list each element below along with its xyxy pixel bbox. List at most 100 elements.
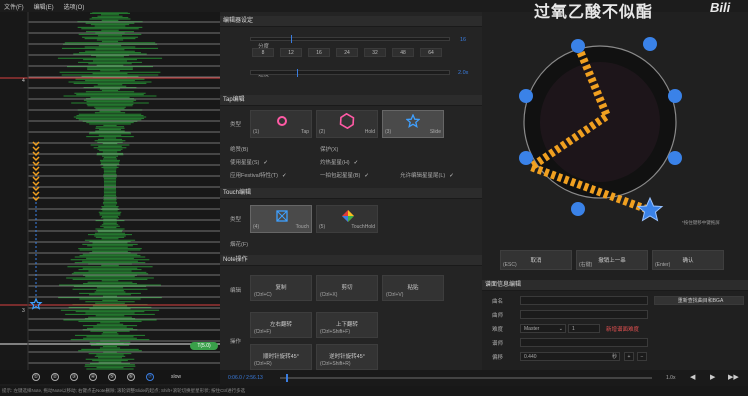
division-tick-24[interactable]: 24 xyxy=(336,48,358,57)
division-tick-16[interactable]: 16 xyxy=(308,48,330,57)
playback-bar: 0:06.0 / 2:56.13 1.0x ◀ ▶ ▶▶ xyxy=(220,370,748,386)
star-note xyxy=(29,297,43,310)
button-sensor-2[interactable] xyxy=(643,37,657,51)
slide-arrow-mark xyxy=(32,196,40,202)
seek-thumb[interactable] xyxy=(286,374,288,382)
status-bar: 提示: 左键选择Note, 拖动Note以移动; 右键点击Note删除; 滚轮调… xyxy=(0,386,748,396)
play-speed-text: 1.0x xyxy=(666,375,676,381)
slide-star-icon xyxy=(406,114,420,128)
check-hot-star[interactable]: 灼热星星(H) ✓ xyxy=(320,158,358,166)
playback-time: 0:06.0 / 2:56.13 xyxy=(228,375,263,381)
hold-icon xyxy=(339,113,355,129)
add-difficulty-text[interactable]: 新增谱面难度 xyxy=(606,325,639,333)
offset-minus-button[interactable]: − xyxy=(637,352,647,361)
button-sensor-5[interactable] xyxy=(571,202,585,216)
touch-type-touchhold-button[interactable]: (5) TouchHold xyxy=(316,205,378,233)
song-title-overlay: 过氧乙酸不似酯 xyxy=(534,4,654,21)
division-tick-64[interactable]: 64 xyxy=(420,48,442,57)
confirm-button[interactable]: 确认 (Enter) xyxy=(652,250,724,270)
check-one-beat-star[interactable]: 一拍包起星星(B) ✓ xyxy=(320,171,369,179)
slide-arrow-mark xyxy=(32,161,40,167)
touch-type-touch-button[interactable]: (4) Touch xyxy=(250,205,312,233)
next-icon[interactable]: ▶▶ xyxy=(728,373,739,381)
offset-input[interactable]: 0.440 秒 xyxy=(520,352,620,361)
mirror-lr-button[interactable]: 左右翻转 (Ctrl+F) xyxy=(250,312,312,338)
toolbar-button-1[interactable]: ① xyxy=(32,373,40,381)
check-break[interactable]: 绝赞(B) xyxy=(230,145,252,153)
preview-panel: 过氧乙酸不似酯 Bili *按住键移中键拖屏 取消 (ESC) 撤销上一串 (右键)… xyxy=(482,0,748,370)
toolbar-button-2[interactable]: ② xyxy=(51,373,59,381)
check-festival[interactable]: 应用Festival特性(T) ✓ xyxy=(230,171,287,179)
check-firework[interactable]: 烟花(F) xyxy=(230,240,248,248)
mode-icon[interactable]: slow xyxy=(171,374,181,380)
division-slider-thumb[interactable] xyxy=(291,35,292,43)
offset-plus-button[interactable]: + xyxy=(624,352,634,361)
mirror-ud-button[interactable]: 上下翻转 (Ctrl+Shift+F) xyxy=(316,312,378,338)
slide-preview[interactable] xyxy=(504,22,704,222)
slide-arrow-mark xyxy=(32,146,40,152)
slide-arrow-mark xyxy=(32,156,40,162)
division-tick-32[interactable]: 32 xyxy=(364,48,386,57)
title-input[interactable] xyxy=(520,296,648,305)
level-input[interactable]: 1 xyxy=(568,324,600,333)
button-sensor-4[interactable] xyxy=(668,151,682,165)
toolbar-button-6[interactable]: ⑥ xyxy=(127,373,135,381)
cut-button[interactable]: 剪切 (Ctrl+X) xyxy=(316,275,378,301)
measure-marker-bottom: 3 xyxy=(22,308,25,314)
paste-button[interactable]: 粘贴 (Ctrl+V) xyxy=(382,275,444,301)
copy-button[interactable]: 复制 (Ctrl+C) xyxy=(250,275,312,301)
menu-file[interactable]: 文件(F) xyxy=(4,2,24,11)
toolbar-button-5[interactable]: ⑤ xyxy=(108,373,116,381)
rotate-cw-button[interactable]: 顺时针旋转45° (Ctrl+R) xyxy=(250,344,312,370)
timeline-panel[interactable]: 4 3 T(5.0) xyxy=(0,12,220,370)
tap-type-tap-button[interactable]: (1) Tap xyxy=(250,110,312,138)
section-editor-settings: 编辑器设定 xyxy=(220,16,482,27)
toolbar-button-4[interactable]: ④ xyxy=(89,373,97,381)
refresh-bga-button[interactable]: 重新查找曲目和BGA xyxy=(654,296,744,305)
slide-arrow-mark xyxy=(32,141,40,147)
division-tick-8[interactable]: 8 xyxy=(252,48,274,57)
slide-arrow-mark xyxy=(32,191,40,197)
button-sensor-7[interactable] xyxy=(519,89,533,103)
designer-input[interactable] xyxy=(520,338,648,347)
menu-edit[interactable]: 编辑(E) xyxy=(34,2,54,11)
section-touch: Touch编辑 xyxy=(220,188,482,199)
tap-type-slide-button[interactable]: (3) Slide xyxy=(382,110,444,138)
slide-arrow-mark xyxy=(32,176,40,182)
waveform-canvas[interactable] xyxy=(0,12,220,370)
division-slider[interactable] xyxy=(250,35,450,43)
menu-options[interactable]: 选项(O) xyxy=(64,2,85,11)
slide-end-star[interactable] xyxy=(636,196,664,222)
toolbar-button-7[interactable]: ⑦ xyxy=(146,373,154,381)
speed-slider[interactable] xyxy=(250,69,450,77)
seek-bar[interactable] xyxy=(280,374,652,382)
play-icon[interactable]: ▶ xyxy=(710,373,715,381)
division-tick-48[interactable]: 48 xyxy=(392,48,414,57)
difficulty-select[interactable]: Master ⌄ xyxy=(520,324,566,333)
check-use-star[interactable]: 使用星星(S) ✓ xyxy=(230,158,268,166)
undo-last-button[interactable]: 撤销上一串 (右键) xyxy=(576,250,648,270)
rotate-ccw-button[interactable]: 逆时针旋转45° (Ctrl+Shift+R) xyxy=(316,344,378,370)
editor-panel: 编辑器设定 分度 16 8 12 16 24 32 48 64 速度 2.0x Tap编辑 … xyxy=(220,12,482,370)
corner-logo: Bili xyxy=(710,0,731,15)
division-tick-12[interactable]: 12 xyxy=(280,48,302,57)
timeline-toolbar: ① ② ③ ④ ⑤ ⑥ ⑦ slow xyxy=(0,370,220,384)
slide-arrow-mark xyxy=(32,151,40,157)
check-edit-star-tail[interactable]: 允许编辑星星尾(L) ✓ xyxy=(400,171,454,179)
cancel-button[interactable]: 取消 (ESC) xyxy=(500,250,572,270)
bpm-badge[interactable]: T(5.0) xyxy=(190,342,218,350)
check-ex[interactable]: 保护(X) xyxy=(320,145,342,153)
toolbar-button-3[interactable]: ③ xyxy=(70,373,78,381)
tap-type-label: 类型 xyxy=(230,122,242,128)
prev-icon[interactable]: ◀ xyxy=(690,373,695,381)
touchhold-icon xyxy=(342,210,354,222)
measure-marker-top: 4 xyxy=(22,78,25,84)
speed-slider-thumb[interactable] xyxy=(297,69,298,77)
artist-input[interactable] xyxy=(520,310,648,319)
button-sensor-6[interactable] xyxy=(519,151,533,165)
designer-label: 谱师 xyxy=(492,341,504,347)
tap-type-hold-button[interactable]: (2) Hold xyxy=(316,110,378,138)
button-sensor-1[interactable] xyxy=(571,39,585,53)
button-sensor-3[interactable] xyxy=(668,89,682,103)
slide-arrow-mark xyxy=(32,166,40,172)
